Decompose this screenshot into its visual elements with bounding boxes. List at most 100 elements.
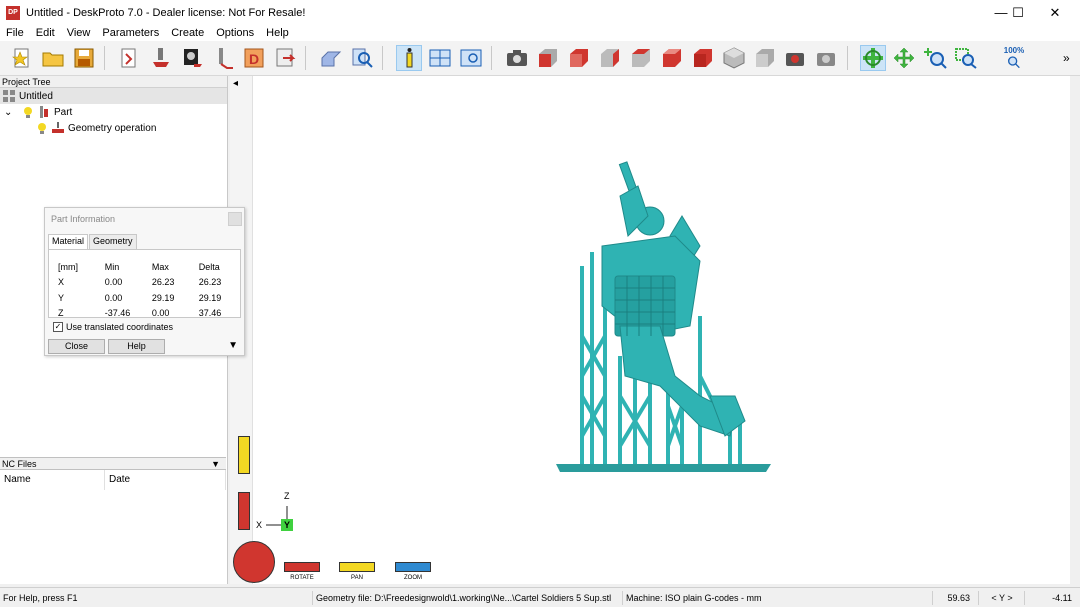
view-top-button[interactable] bbox=[659, 45, 685, 71]
nc-files-header[interactable]: NC Files ▼ bbox=[0, 457, 226, 470]
row-axis: X bbox=[58, 277, 65, 288]
zoom-slider-red[interactable] bbox=[238, 492, 250, 530]
pan-control[interactable] bbox=[339, 562, 375, 572]
nc-column-date[interactable]: Date bbox=[105, 470, 226, 490]
maximize-button[interactable]: ☐ bbox=[1000, 0, 1036, 25]
tree-item-geometry-operation[interactable]: Geometry operation bbox=[0, 120, 227, 136]
expand-arrow-icon[interactable]: ▼ bbox=[228, 340, 238, 351]
zoom-slider-yellow[interactable] bbox=[238, 436, 250, 474]
collapse-arrow-icon[interactable]: ◂ bbox=[233, 78, 238, 89]
menu-options[interactable]: Options bbox=[210, 27, 260, 39]
chevron-down-icon[interactable]: ⌄ bbox=[4, 107, 16, 118]
tree-item-part[interactable]: ⌄ Part bbox=[0, 104, 227, 120]
row-min: 0.00 bbox=[104, 292, 123, 303]
view-single-icon bbox=[460, 49, 482, 67]
translated-coordinates-checkbox[interactable]: ✓ Use translated coordinates bbox=[53, 322, 173, 332]
import-geometry-button[interactable] bbox=[117, 45, 143, 71]
dropdown-arrow-icon[interactable]: ▼ bbox=[211, 458, 220, 470]
model-view[interactable] bbox=[230, 76, 1070, 584]
grid-icon bbox=[3, 90, 15, 102]
rotate-view-button[interactable] bbox=[783, 45, 809, 71]
zoom-control[interactable] bbox=[395, 562, 431, 572]
lightbulb-icon[interactable] bbox=[36, 122, 48, 134]
table-row: X 0.00 26.23 26.23 bbox=[58, 276, 238, 290]
view-single-button[interactable] bbox=[458, 45, 484, 71]
checkbox-checked-icon[interactable]: ✓ bbox=[53, 322, 63, 332]
view-iso-button[interactable] bbox=[721, 45, 747, 71]
view-bottom-button[interactable] bbox=[690, 45, 716, 71]
bitmap-operation-button[interactable] bbox=[179, 45, 205, 71]
lightbulb-icon[interactable] bbox=[22, 106, 34, 118]
menu-create[interactable]: Create bbox=[165, 27, 210, 39]
menu-parameters[interactable]: Parameters bbox=[96, 27, 165, 39]
table-header-row: [mm] Min Max Delta bbox=[58, 260, 238, 274]
dxf-icon: D bbox=[244, 48, 264, 68]
zoom-100-button[interactable]: 100% bbox=[999, 45, 1029, 71]
rotate-button[interactable] bbox=[860, 45, 886, 71]
view-top-icon bbox=[663, 49, 681, 67]
toolbar-overflow-button[interactable]: » bbox=[1063, 51, 1070, 65]
vector-operation-button[interactable] bbox=[210, 45, 236, 71]
view-back-button[interactable] bbox=[566, 45, 592, 71]
rotate-icon bbox=[863, 48, 883, 68]
view-right-icon bbox=[632, 49, 650, 67]
view-iso-icon bbox=[723, 47, 745, 69]
save-button[interactable] bbox=[71, 45, 97, 71]
soldier-model bbox=[601, 161, 746, 437]
zoom-100-icon bbox=[1008, 55, 1020, 68]
window-title: Untitled - DeskProto 7.0 - Dealer licens… bbox=[26, 6, 306, 19]
menu-file[interactable]: File bbox=[0, 27, 30, 39]
geometry-operation-icon bbox=[153, 48, 169, 67]
view-back-icon bbox=[570, 49, 588, 67]
inspect-button[interactable] bbox=[349, 45, 375, 71]
menu-view[interactable]: View bbox=[61, 27, 97, 39]
view-left-icon bbox=[601, 49, 619, 67]
3d-viewport[interactable]: Z X Y bbox=[230, 76, 1070, 584]
row-max: 0.00 bbox=[151, 308, 170, 319]
rotate-wheel[interactable] bbox=[233, 541, 275, 583]
menu-bar: File Edit View Parameters Create Options… bbox=[0, 25, 1080, 41]
rotate-control-label: ROTATE bbox=[290, 575, 314, 581]
dialog-close-icon[interactable] bbox=[228, 212, 242, 226]
close-button[interactable]: ✕ bbox=[1037, 0, 1073, 25]
view-iso2-button[interactable] bbox=[752, 45, 778, 71]
header-max: Max bbox=[151, 261, 169, 272]
menu-help[interactable]: Help bbox=[260, 27, 295, 39]
part-button[interactable] bbox=[318, 45, 344, 71]
pan-button[interactable] bbox=[891, 45, 917, 71]
row-min: -37.46 bbox=[104, 308, 131, 319]
tree-root-label: Untitled bbox=[19, 90, 53, 102]
view-left-button[interactable] bbox=[597, 45, 623, 71]
bitmap-operation-icon bbox=[184, 49, 202, 67]
zoom-in-button[interactable] bbox=[922, 45, 948, 71]
part-information-dialog: Part Information Material Geometry [mm] … bbox=[44, 207, 245, 356]
zoom-window-button[interactable] bbox=[953, 45, 979, 71]
support-base-plate bbox=[556, 464, 771, 472]
close-dialog-button[interactable]: Close bbox=[48, 339, 105, 354]
dxf-button[interactable]: D bbox=[241, 45, 267, 71]
rotate-control[interactable] bbox=[284, 562, 320, 572]
zoom-control-label: ZOOM bbox=[404, 575, 422, 581]
camera-button[interactable] bbox=[504, 45, 530, 71]
help-button[interactable]: Help bbox=[108, 339, 165, 354]
capture-button[interactable] bbox=[814, 45, 840, 71]
view-split-button[interactable] bbox=[427, 45, 453, 71]
new-file-button[interactable] bbox=[9, 45, 35, 71]
info-button[interactable] bbox=[396, 45, 422, 71]
checkbox-label: Use translated coordinates bbox=[66, 322, 174, 332]
row-min: 0.00 bbox=[104, 277, 123, 288]
status-geometry-file: Geometry file: D:\Freedesignwold\1.worki… bbox=[312, 591, 620, 605]
row-delta: 29.19 bbox=[198, 292, 222, 303]
table-row: Z -37.46 0.00 37.46 bbox=[58, 307, 238, 321]
vector-operation-icon bbox=[219, 48, 233, 69]
menu-edit[interactable]: Edit bbox=[30, 27, 61, 39]
tree-item-untitled[interactable]: Untitled bbox=[0, 88, 227, 104]
tab-geometry[interactable]: Geometry bbox=[89, 234, 137, 249]
open-button[interactable] bbox=[40, 45, 66, 71]
tab-material[interactable]: Material bbox=[48, 234, 89, 249]
view-right-button[interactable] bbox=[628, 45, 654, 71]
view-front-button[interactable] bbox=[535, 45, 561, 71]
nc-column-name[interactable]: Name bbox=[0, 470, 105, 490]
geometry-operation-button[interactable] bbox=[148, 45, 174, 71]
export-button[interactable] bbox=[272, 45, 298, 71]
